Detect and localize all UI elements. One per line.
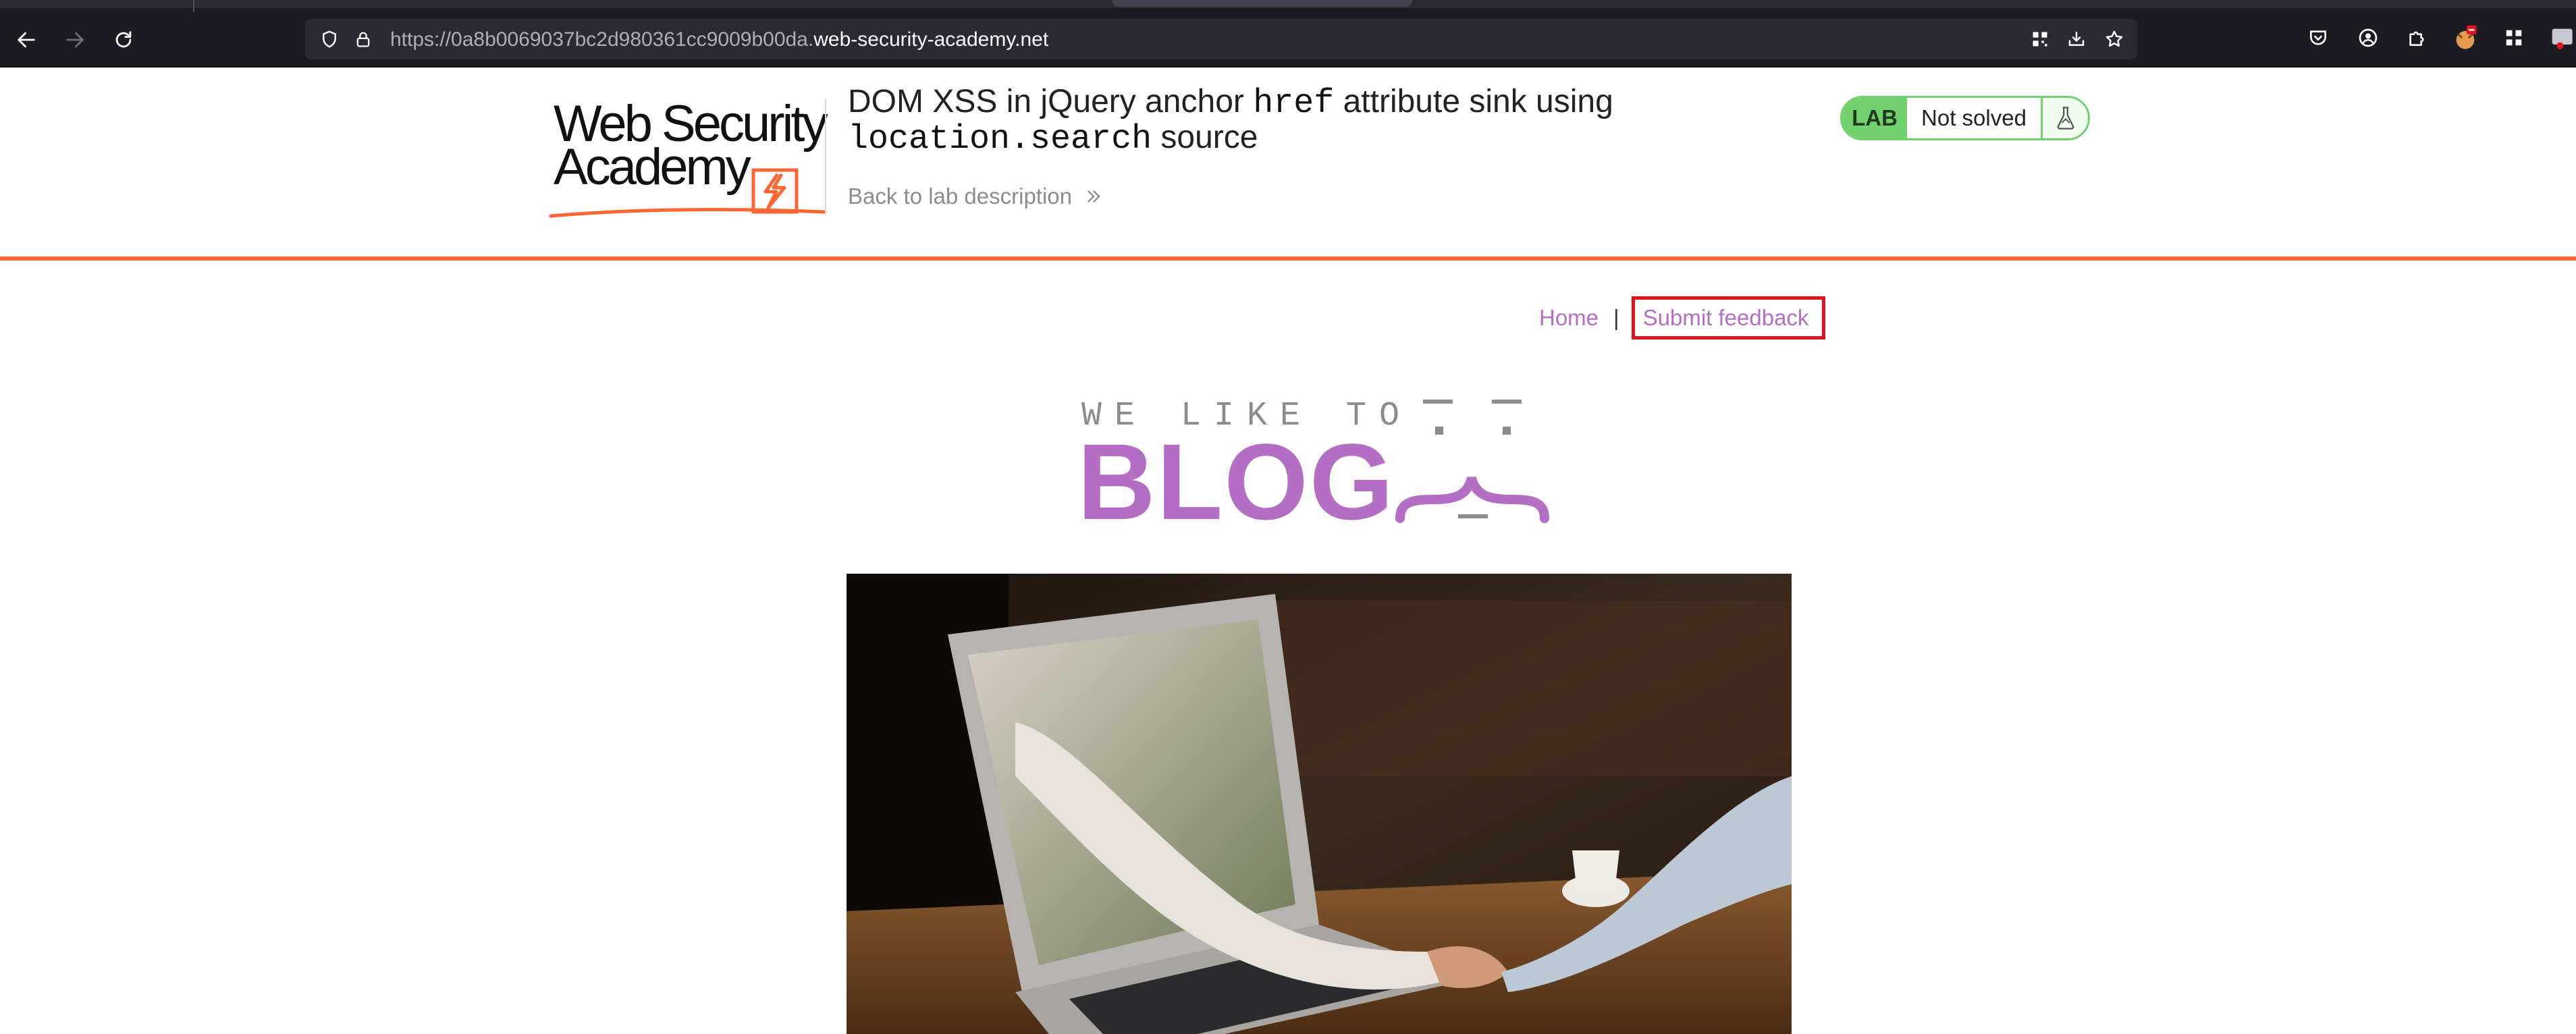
tab-separator [193,0,194,12]
lab-tag: LAB [1842,98,1907,138]
lock-icon[interactable] [351,27,375,51]
lab-status-widget[interactable]: LAB Not solved [1840,96,2090,140]
lab-status-text: Not solved [1921,105,2027,130]
we-like-to-blog-banner: WE LIKE TO BLOG [1077,394,1563,536]
home-link[interactable]: Home [1539,305,1599,331]
double-chevron-right-icon [1088,190,1100,202]
blog-top-nav: Home | Submit feedback [1539,296,1826,339]
apps-grid-icon[interactable] [2499,23,2529,53]
flask-icon[interactable] [2041,98,2088,138]
extensions-puzzle-icon[interactable] [2402,23,2432,53]
nav-separator: | [1613,305,1619,330]
logo-underline-swoosh [549,208,827,218]
url-prefix: https://0a8b0069037bc2d980361cc9009b00da… [390,28,814,51]
account-icon[interactable] [2353,23,2383,53]
reload-icon[interactable] [107,23,140,57]
url-host: web-security-academy.net [813,28,1049,51]
banner-word: BLOG [1077,421,1395,542]
browser-toolbar: https://0a8b0069037bc2d980361cc9009b00da… [0,0,2576,67]
shield-icon[interactable] [317,27,342,51]
tab-strip [0,0,2576,12]
fox-extension-icon[interactable] [2450,23,2480,53]
pocket-icon[interactable] [2303,23,2333,53]
lab-title-text-1: DOM XSS in jQuery anchor [848,84,1254,119]
blog-hero-image[interactable] [847,574,1792,1034]
overflow-menu-icon[interactable] [2546,23,2576,53]
back-to-lab-description-link[interactable]: Back to lab description [848,184,1103,209]
lab-title-code-location-search: location.search [848,120,1152,159]
lab-title-text-3: source [1152,119,1258,155]
address-bar[interactable]: https://0a8b0069037bc2d980361cc9009b00da… [305,19,2137,59]
back-arrow-icon[interactable] [9,23,43,57]
face-brace-icon [1395,400,1549,523]
logo-text-line2: Academy [554,138,751,196]
handshake-laptop-photo [847,574,1792,1034]
bookmark-star-icon[interactable] [2102,27,2126,51]
url-text[interactable]: https://0a8b0069037bc2d980361cc9009b00da… [390,28,1048,51]
forward-arrow-icon[interactable] [58,23,92,57]
lab-header: Web Security Academy DOM XSS in jQuery a… [0,69,2576,261]
pocket-save-icon[interactable] [2064,27,2089,51]
lab-title: DOM XSS in jQuery anchor href attribute … [848,85,1725,157]
qr-code-icon[interactable] [2028,27,2052,51]
lab-title-text-2: attribute sink using [1334,84,1613,119]
active-tab[interactable] [1112,0,1412,7]
lab-title-code-href: href [1253,84,1335,123]
submit-feedback-link[interactable]: Submit feedback [1631,296,1826,339]
web-security-academy-logo[interactable]: Web Security Academy [548,93,832,228]
back-link-label: Back to lab description [848,184,1073,209]
header-divider [825,99,826,213]
